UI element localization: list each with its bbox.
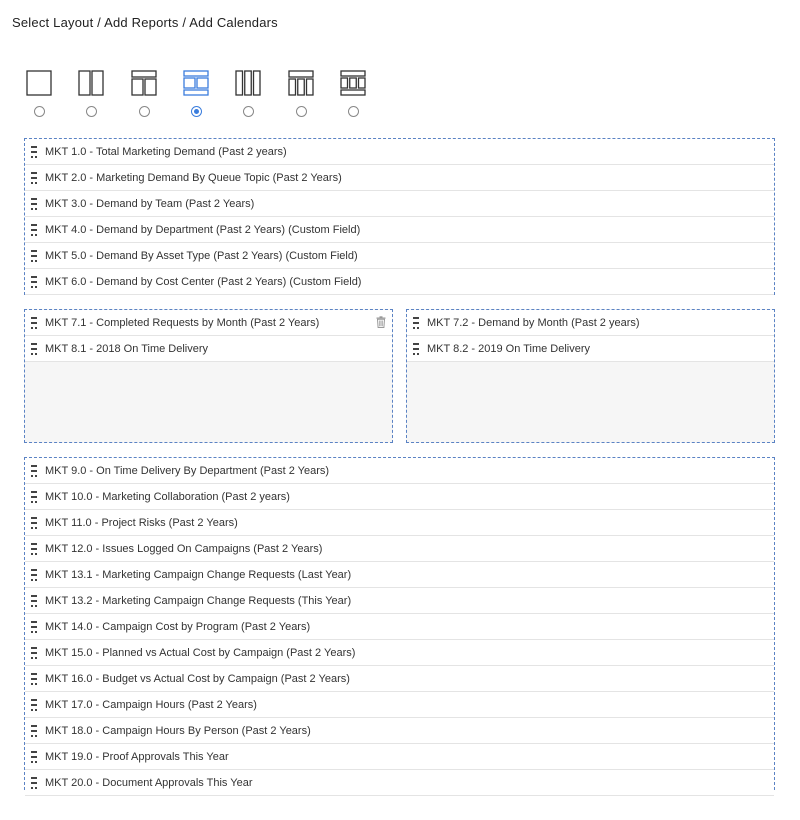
drag-handle-icon[interactable] [31, 275, 37, 288]
layout-option-2[interactable] [76, 70, 106, 118]
report-item[interactable]: MKT 20.0 - Document Approvals This Year [25, 770, 774, 796]
drag-handle-icon[interactable] [31, 542, 37, 555]
page-title: Select Layout / Add Reports / Add Calend… [12, 15, 278, 30]
report-item-label: MKT 3.0 - Demand by Team (Past 2 Years) [45, 197, 255, 210]
layout-three-column-icon [235, 70, 261, 96]
report-item[interactable]: MKT 17.0 - Campaign Hours (Past 2 Years) [25, 692, 774, 718]
report-item[interactable]: MKT 1.0 - Total Marketing Demand (Past 2… [25, 139, 774, 165]
drag-handle-icon[interactable] [31, 197, 37, 210]
drag-handle-icon[interactable] [31, 750, 37, 763]
layout-header-two-column-icon [131, 70, 157, 96]
report-item-label: MKT 13.2 - Marketing Campaign Change Req… [45, 594, 352, 607]
drag-handle-icon[interactable] [31, 464, 37, 477]
report-item[interactable]: MKT 8.2 - 2019 On Time Delivery [407, 336, 774, 362]
layout-radio-3[interactable] [139, 106, 150, 117]
layout-radio-2[interactable] [86, 106, 97, 117]
drag-handle-icon[interactable] [31, 568, 37, 581]
drag-handle-icon[interactable] [31, 620, 37, 633]
report-item-label: MKT 12.0 - Issues Logged On Campaigns (P… [45, 542, 323, 555]
report-item[interactable]: MKT 13.2 - Marketing Campaign Change Req… [25, 588, 774, 614]
report-item[interactable]: MKT 10.0 - Marketing Collaboration (Past… [25, 484, 774, 510]
layout-header-three-column-icon [288, 70, 314, 96]
report-item-label: MKT 15.0 - Planned vs Actual Cost by Cam… [45, 646, 356, 659]
drag-handle-icon[interactable] [31, 724, 37, 737]
report-item-label: MKT 8.2 - 2019 On Time Delivery [427, 342, 591, 355]
report-item[interactable]: MKT 6.0 - Demand by Cost Center (Past 2 … [25, 269, 774, 295]
report-item-label: MKT 19.0 - Proof Approvals This Year [45, 750, 229, 763]
report-item-label: MKT 8.1 - 2018 On Time Delivery [45, 342, 209, 355]
report-item[interactable]: MKT 7.2 - Demand by Month (Past 2 years) [407, 310, 774, 336]
report-item[interactable]: MKT 19.0 - Proof Approvals This Year [25, 744, 774, 770]
layout-single-column-icon [26, 70, 52, 96]
report-item-label: MKT 10.0 - Marketing Collaboration (Past… [45, 490, 290, 503]
drag-handle-icon[interactable] [31, 171, 37, 184]
layout-option-4[interactable] [181, 70, 211, 118]
layout-radio-7[interactable] [348, 106, 359, 117]
report-item[interactable]: MKT 4.0 - Demand by Department (Past 2 Y… [25, 217, 774, 243]
drag-handle-icon[interactable] [31, 145, 37, 158]
report-item[interactable]: MKT 13.1 - Marketing Campaign Change Req… [25, 562, 774, 588]
report-item[interactable]: MKT 9.0 - On Time Delivery By Department… [25, 458, 774, 484]
layout-header-two-column-footer-icon [183, 70, 209, 96]
report-item[interactable]: MKT 16.0 - Budget vs Actual Cost by Camp… [25, 666, 774, 692]
report-item[interactable]: MKT 2.0 - Marketing Demand By Queue Topi… [25, 165, 774, 191]
report-item-label: MKT 9.0 - On Time Delivery By Department… [45, 464, 330, 477]
layout-radio-5[interactable] [243, 106, 254, 117]
layout-header-three-column-footer-icon [340, 70, 366, 96]
layout-radio-6[interactable] [296, 106, 307, 117]
report-item-label: MKT 7.1 - Completed Requests by Month (P… [45, 316, 320, 329]
drag-handle-icon[interactable] [31, 223, 37, 236]
report-item-label: MKT 6.0 - Demand by Cost Center (Past 2 … [45, 275, 362, 288]
drag-handle-icon[interactable] [31, 516, 37, 529]
drag-handle-icon[interactable] [413, 316, 419, 329]
drag-handle-icon[interactable] [413, 342, 419, 355]
report-item[interactable]: MKT 8.1 - 2018 On Time Delivery [25, 336, 392, 362]
drag-handle-icon[interactable] [31, 490, 37, 503]
trash-icon[interactable] [376, 316, 386, 328]
report-item[interactable]: MKT 3.0 - Demand by Team (Past 2 Years) [25, 191, 774, 217]
drop-zone-bottom[interactable]: MKT 9.0 - On Time Delivery By Department… [24, 457, 775, 796]
report-item[interactable]: MKT 11.0 - Project Risks (Past 2 Years) [25, 510, 774, 536]
report-item-label: MKT 2.0 - Marketing Demand By Queue Topi… [45, 171, 342, 184]
report-item[interactable]: MKT 15.0 - Planned vs Actual Cost by Cam… [25, 640, 774, 666]
layout-option-7[interactable] [338, 70, 368, 118]
layout-radio-1[interactable] [34, 106, 45, 117]
drag-handle-icon[interactable] [31, 249, 37, 262]
drag-handle-icon[interactable] [31, 672, 37, 685]
layout-two-column-icon [78, 70, 104, 96]
report-item-label: MKT 13.1 - Marketing Campaign Change Req… [45, 568, 352, 581]
report-item[interactable]: MKT 5.0 - Demand By Asset Type (Past 2 Y… [25, 243, 774, 269]
drop-zone-top[interactable]: MKT 1.0 - Total Marketing Demand (Past 2… [24, 138, 775, 295]
drag-handle-icon[interactable] [31, 316, 37, 329]
report-item-label: MKT 18.0 - Campaign Hours By Person (Pas… [45, 724, 311, 737]
report-item-label: MKT 20.0 - Document Approvals This Year [45, 776, 253, 789]
drag-handle-icon[interactable] [31, 776, 37, 789]
drag-handle-icon[interactable] [31, 342, 37, 355]
layout-option-3[interactable] [129, 70, 159, 118]
report-item-label: MKT 16.0 - Budget vs Actual Cost by Camp… [45, 672, 350, 685]
report-item[interactable]: MKT 12.0 - Issues Logged On Campaigns (P… [25, 536, 774, 562]
layout-option-5[interactable] [233, 70, 263, 118]
drag-handle-icon[interactable] [31, 698, 37, 711]
report-item-label: MKT 4.0 - Demand by Department (Past 2 Y… [45, 223, 361, 236]
report-item[interactable]: MKT 14.0 - Campaign Cost by Program (Pas… [25, 614, 774, 640]
report-item-label: MKT 7.2 - Demand by Month (Past 2 years) [427, 316, 640, 329]
report-item[interactable]: MKT 18.0 - Campaign Hours By Person (Pas… [25, 718, 774, 744]
report-item-label: MKT 1.0 - Total Marketing Demand (Past 2… [45, 145, 287, 158]
drop-zone-left[interactable]: MKT 7.1 - Completed Requests by Month (P… [24, 309, 393, 443]
drag-handle-icon[interactable] [31, 646, 37, 659]
report-item-label: MKT 11.0 - Project Risks (Past 2 Years) [45, 516, 238, 529]
report-item[interactable]: MKT 7.1 - Completed Requests by Month (P… [25, 310, 392, 336]
report-item-label: MKT 14.0 - Campaign Cost by Program (Pas… [45, 620, 311, 633]
report-item-label: MKT 5.0 - Demand By Asset Type (Past 2 Y… [45, 249, 358, 262]
report-item-label: MKT 17.0 - Campaign Hours (Past 2 Years) [45, 698, 257, 711]
layout-option-1[interactable] [24, 70, 54, 118]
drop-zone-right[interactable]: MKT 7.2 - Demand by Month (Past 2 years)… [406, 309, 775, 443]
layout-radio-4[interactable] [191, 106, 202, 117]
layout-option-6[interactable] [286, 70, 316, 118]
drag-handle-icon[interactable] [31, 594, 37, 607]
layout-selector [0, 70, 800, 120]
